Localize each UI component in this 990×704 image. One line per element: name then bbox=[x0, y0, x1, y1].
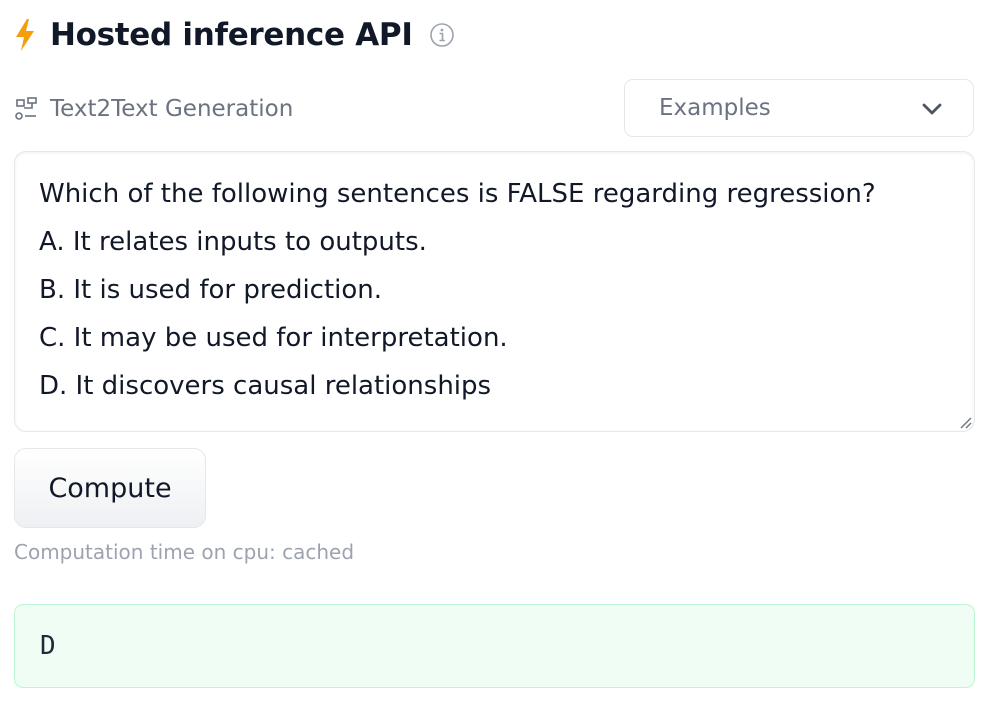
compute-button[interactable]: Compute bbox=[14, 448, 206, 528]
text2text-task-icon bbox=[14, 97, 38, 121]
input-line: D. It discovers causal relationships bbox=[39, 371, 492, 401]
input-line: B. It is used for prediction. bbox=[39, 275, 383, 305]
widget-header: Hosted inference API bbox=[14, 14, 455, 56]
info-circle-icon[interactable] bbox=[429, 22, 455, 48]
input-textarea[interactable]: Which of the following sentences is FALS… bbox=[14, 151, 975, 432]
task-label: Text2Text Generation bbox=[50, 96, 294, 122]
input-line: A. It relates inputs to outputs. bbox=[39, 227, 427, 257]
output-panel: D bbox=[14, 604, 975, 688]
task-type: Text2Text Generation bbox=[14, 92, 293, 126]
output-text: D bbox=[40, 631, 56, 661]
computation-time-status: Computation time on cpu: cached bbox=[14, 540, 355, 564]
widget-title: Hosted inference API bbox=[50, 17, 413, 53]
input-line: Which of the following sentences is FALS… bbox=[39, 179, 876, 209]
resize-handle-icon[interactable] bbox=[956, 413, 972, 429]
input-line: C. It may be used for interpretation. bbox=[39, 323, 508, 353]
examples-dropdown[interactable]: Examples bbox=[624, 79, 974, 137]
chevron-down-icon bbox=[921, 101, 943, 115]
examples-label: Examples bbox=[659, 95, 771, 121]
lightning-bolt-icon bbox=[14, 18, 36, 52]
